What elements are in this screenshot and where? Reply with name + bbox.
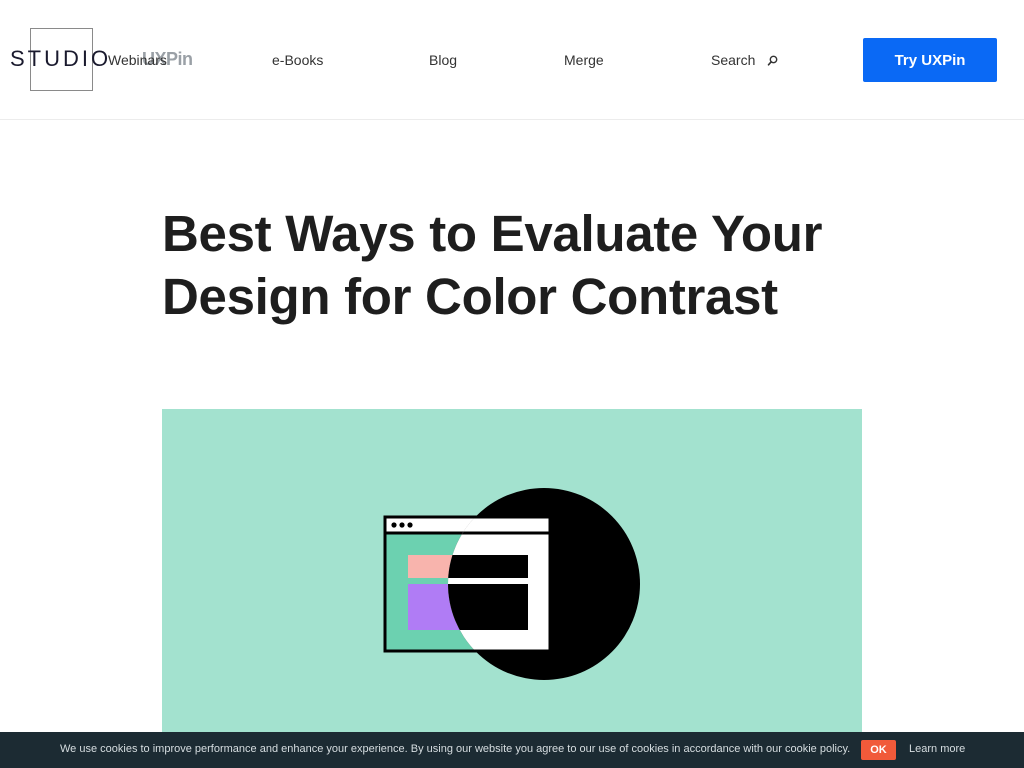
cookie-ok-button[interactable]: OK bbox=[861, 740, 896, 760]
hero-image bbox=[162, 409, 862, 739]
cookie-learn-more-link[interactable]: Learn more bbox=[909, 743, 965, 755]
window-dot-icon bbox=[391, 522, 397, 528]
window-dot-icon bbox=[399, 522, 405, 528]
article-title: Best Ways to Evaluate Your Design for Co… bbox=[162, 205, 823, 325]
site-header: STUDIO UXPin Webinars e-Books Blog Merge… bbox=[0, 0, 1024, 120]
nav-search[interactable]: Search bbox=[711, 52, 779, 68]
studio-logo[interactable]: STUDIO bbox=[10, 46, 111, 72]
nav-ebooks[interactable]: e-Books bbox=[272, 52, 323, 68]
contrast-illustration bbox=[383, 488, 640, 680]
window-dot-icon bbox=[407, 522, 413, 528]
try-uxpin-button[interactable]: Try UXPin bbox=[863, 38, 997, 82]
nav-merge[interactable]: Merge bbox=[564, 52, 604, 68]
nav-webinars[interactable]: Webinars bbox=[108, 52, 167, 68]
nav-blog[interactable]: Blog bbox=[429, 52, 457, 68]
search-icon bbox=[767, 54, 779, 66]
nav-search-label: Search bbox=[711, 52, 756, 68]
cookie-bar: We use cookies to improve performance an… bbox=[0, 732, 1024, 768]
cookie-message: We use cookies to improve performance an… bbox=[60, 743, 851, 755]
